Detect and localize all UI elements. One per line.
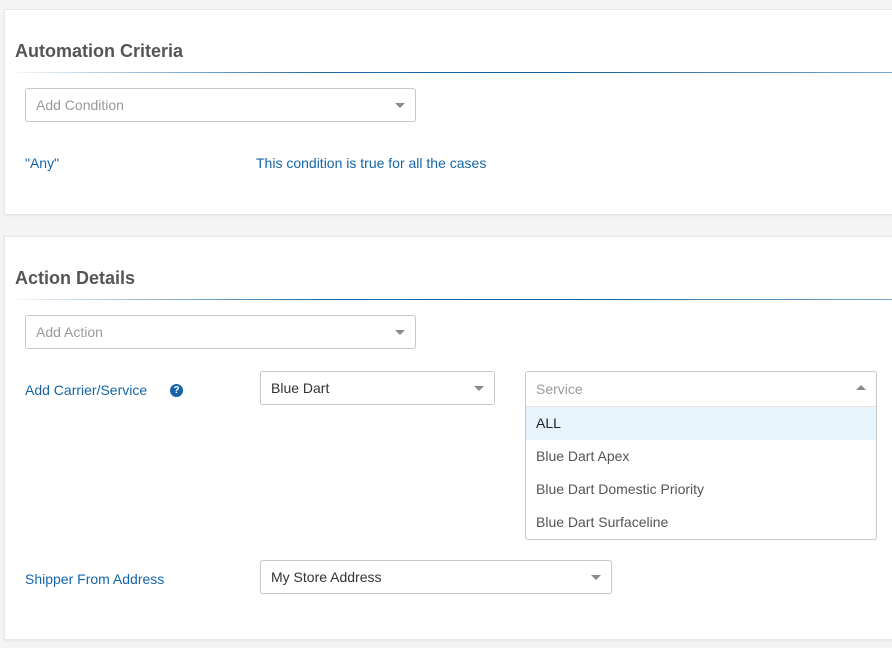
chevron-down-icon [474,386,484,391]
question-circle-icon[interactable]: ? [170,384,183,397]
chevron-down-icon [591,575,601,580]
chevron-down-icon [395,330,405,335]
shipper-from-select[interactable]: My Store Address [260,560,612,594]
service-option-domestic-priority[interactable]: Blue Dart Domestic Priority [526,473,876,506]
add-condition-placeholder: Add Condition [36,97,124,113]
service-dropdown[interactable]: Service ALL Blue Dart Apex Blue Dart Dom… [525,371,877,540]
action-details-card: Action Details Add Action Add Carrier/Se… [4,236,892,640]
automation-criteria-title: Automation Criteria [15,41,184,61]
add-action-placeholder: Add Action [36,324,103,340]
chevron-down-icon [395,103,405,108]
service-select[interactable]: Service [526,372,876,407]
section-divider [15,299,892,300]
shipper-from-value: My Store Address [271,569,382,585]
service-option-surfaceline[interactable]: Blue Dart Surfaceline [526,506,876,539]
shipper-from-label: Shipper From Address [25,571,165,587]
section-divider [15,72,892,73]
service-option-all[interactable]: ALL [526,407,876,440]
chevron-up-icon [856,385,866,390]
carrier-select[interactable]: Blue Dart [260,371,495,405]
carrier-value: Blue Dart [271,380,330,396]
add-action-select[interactable]: Add Action [25,315,416,349]
service-option-apex[interactable]: Blue Dart Apex [526,440,876,473]
condition-any-label: "Any" [25,155,60,171]
service-placeholder: Service [536,381,583,397]
action-details-title: Action Details [15,268,136,288]
carrier-service-label: Add Carrier/Service [25,382,148,398]
add-condition-select[interactable]: Add Condition [25,88,416,122]
automation-criteria-card: Automation Criteria Add Condition "Any" … [4,9,892,215]
condition-description: This condition is true for all the cases [256,155,487,171]
